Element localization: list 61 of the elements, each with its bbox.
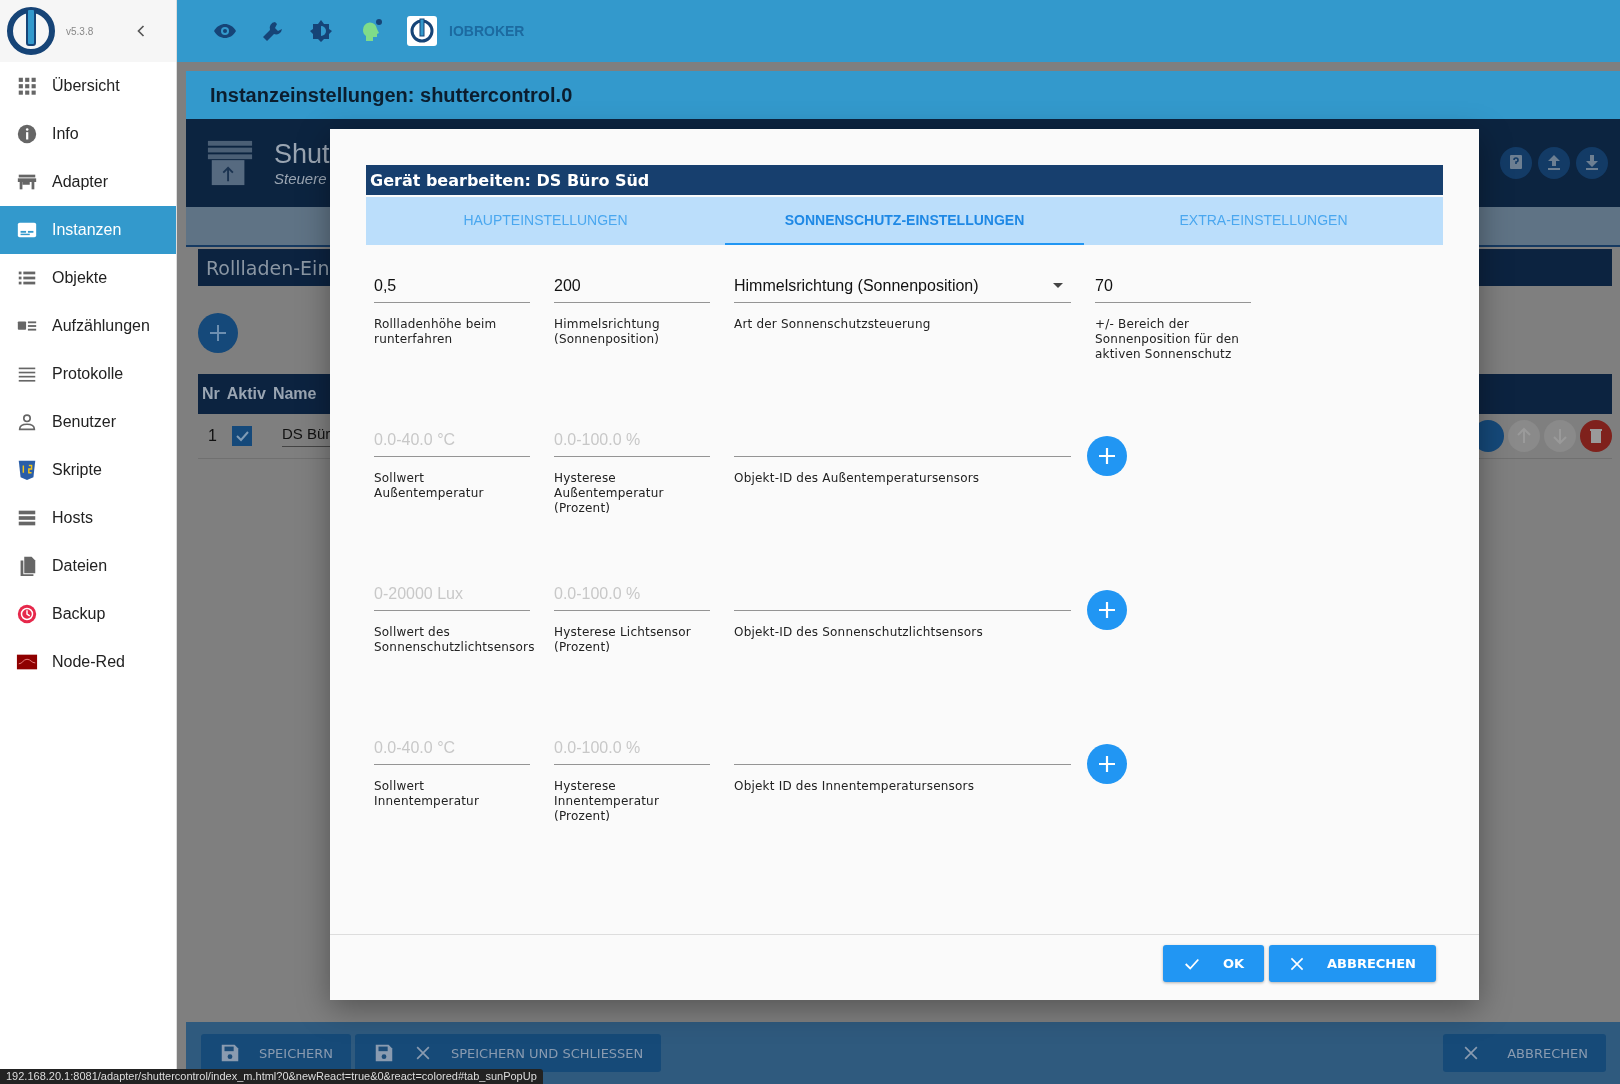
column-header: Name	[272, 385, 317, 403]
grid-icon	[16, 75, 38, 97]
field-label: Objekt ID des Innentemperatursensors	[734, 779, 976, 794]
sidebar-item[interactable]: Hosts	[0, 494, 176, 542]
add-icon[interactable]	[198, 313, 238, 353]
field-label: Objekt-ID des Sonnenschutzlichtsensors	[734, 625, 984, 640]
input-field[interactable]: 0,5	[374, 270, 530, 303]
backup-icon	[16, 603, 38, 625]
field-label: Rollladenhöhe beim runterfahren	[374, 317, 498, 347]
logo-icon[interactable]	[407, 16, 437, 46]
sidebar-item[interactable]: Aufzählungen	[0, 302, 176, 350]
field-label: Sollwert Außentemperatur	[374, 471, 485, 501]
version-label: v5.3.8	[66, 25, 94, 37]
sidebar-item[interactable]: Backup	[0, 590, 176, 638]
help-icon[interactable]	[1500, 147, 1532, 179]
column-header: Nr	[202, 385, 220, 403]
logo-icon	[6, 6, 56, 56]
save-icon	[219, 1042, 241, 1064]
sidebar-item[interactable]: Skripte	[0, 446, 176, 494]
field-label: Himmelsrichtung (Sonnenposition)	[554, 317, 661, 347]
input-field[interactable]: 70	[1095, 270, 1251, 303]
info-icon	[16, 123, 38, 145]
status-url: 192.168.20.1:8081/adapter/shuttercontrol/index_m.html?0&newReact=true&0&react=colored#tab_sunPopUp	[0, 1069, 543, 1084]
trash-icon[interactable]	[1580, 420, 1612, 452]
sidebar-item[interactable]: Übersicht	[0, 62, 176, 110]
sidebar-item[interactable]: Node-Red	[0, 638, 176, 686]
chevron-left-icon[interactable]	[136, 24, 146, 38]
dialog-title: Gerät bearbeiten: DS Büro Süd	[366, 165, 1443, 195]
wrench-icon[interactable]	[261, 19, 285, 43]
select-field[interactable]: Himmelsrichtung (Sonnenposition)	[734, 270, 1071, 303]
download-icon[interactable]	[1576, 147, 1608, 179]
adapter-title: Shut	[274, 139, 330, 170]
add-icon[interactable]	[1087, 744, 1127, 784]
sidebar-item[interactable]: Protokolle	[0, 350, 176, 398]
field-label: Hysterese Lichtsensor (Prozent)	[554, 625, 692, 655]
sidebar-item[interactable]: Objekte	[0, 254, 176, 302]
page-title: Instanzeinstellungen: shuttercontrol.0	[186, 71, 1620, 119]
table-cell-text: 1	[208, 427, 218, 445]
shield-icon	[16, 459, 38, 481]
field-label: Hysterese Außentemperatur (Prozent)	[554, 471, 665, 516]
field-label: +/- Bereich der Sonnenposition für den aktiven Sonnenschutz	[1095, 317, 1241, 362]
input-field[interactable]: 200	[554, 270, 710, 303]
column-header: Aktiv	[226, 385, 266, 403]
sidebar-item[interactable]: Adapter	[0, 158, 176, 206]
sidebar-item[interactable]: Dateien	[0, 542, 176, 590]
close-icon	[1289, 955, 1306, 972]
add-icon[interactable]	[1087, 590, 1127, 630]
shutter-icon	[206, 139, 254, 187]
field-label: Art der Sonnenschutzsteuerung	[734, 317, 932, 332]
person-icon	[16, 411, 38, 433]
sidebar-item[interactable]: Info	[0, 110, 176, 158]
dropdown-icon	[1053, 283, 1063, 289]
field-label: Sollwert Innentemperatur	[374, 779, 481, 809]
brightness-icon[interactable]	[309, 19, 333, 43]
checkbox[interactable]	[232, 426, 252, 446]
sidebar-item[interactable]: Benutzer	[0, 398, 176, 446]
add-icon[interactable]	[1087, 436, 1127, 476]
field-label: Objekt-ID des Außentemperatursensors	[734, 471, 981, 486]
adapter-subtitle: Steuere	[274, 170, 328, 187]
field-label: Hysterese Innentemperatur (Prozent)	[554, 779, 661, 824]
upload-icon[interactable]	[1538, 147, 1570, 179]
